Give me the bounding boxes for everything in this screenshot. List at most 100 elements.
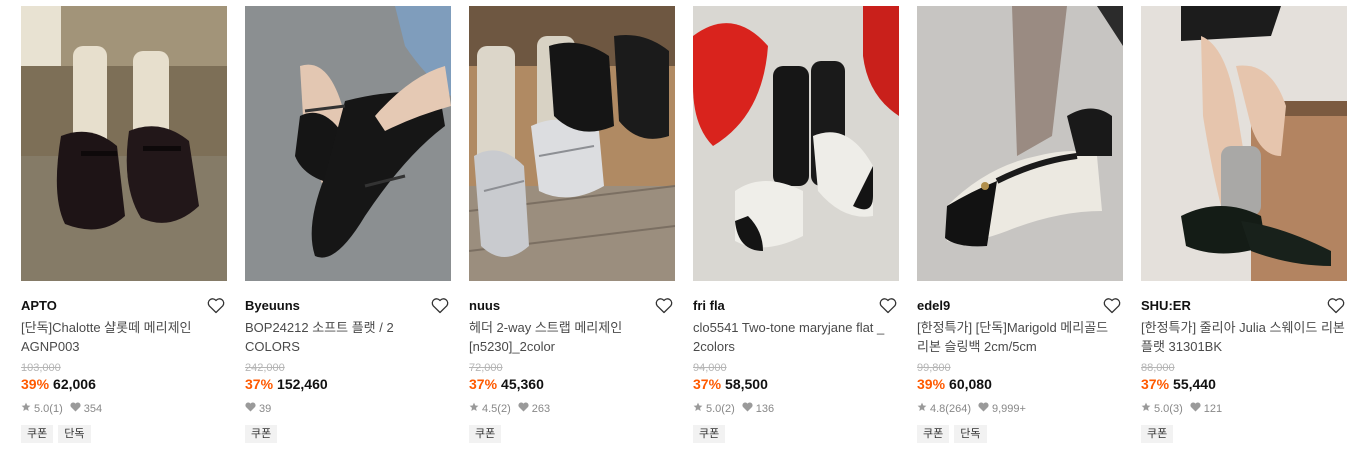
product-name[interactable]: [단독]Chalotte 샬롯떼 메리제인 AGNP003 xyxy=(21,319,227,356)
rating-value: 5.0 xyxy=(706,403,722,415)
heart-small-icon xyxy=(742,402,753,416)
like-count: 9,999+ xyxy=(991,403,1026,415)
star-icon xyxy=(469,402,479,416)
review-meta: 4.8 (264) 9,999+ xyxy=(917,402,1123,416)
brand-name[interactable]: Byeuuns xyxy=(245,296,451,316)
brand-name[interactable]: fri fla xyxy=(693,296,899,316)
sale-price: 62,006 xyxy=(53,376,96,392)
product-name[interactable]: [한정특가] 줄리아 Julia 스웨이드 리본 플랫 31301BK xyxy=(1141,319,1347,356)
coupon-tag: 쿠폰 xyxy=(21,425,54,443)
rating-value: 5.0 xyxy=(34,403,50,415)
review-meta: 5.0 (2) 136 xyxy=(693,402,899,416)
discount-rate: 37% xyxy=(1141,376,1170,392)
product-image[interactable] xyxy=(469,6,675,281)
tag-list: 쿠폰 xyxy=(1141,425,1347,443)
price-row: 37% 152,460 xyxy=(245,375,451,394)
heart-icon[interactable] xyxy=(1103,297,1121,314)
discount-rate: 37% xyxy=(469,376,498,392)
product-card[interactable]: Byeuuns BOP24212 소프트 플랫 / 2 COLORS 242,0… xyxy=(245,6,451,443)
product-name[interactable]: 헤더 2-way 스트랩 메리제인 [n5230]_2color xyxy=(469,319,675,356)
star-icon xyxy=(693,402,703,416)
coupon-tag: 쿠폰 xyxy=(693,425,726,443)
product-image[interactable] xyxy=(21,6,227,281)
price-row: 37% 45,360 xyxy=(469,375,675,394)
product-image[interactable] xyxy=(917,6,1123,281)
tag-list: 쿠폰 xyxy=(245,425,451,443)
like-count: 136 xyxy=(755,403,775,415)
coupon-tag: 쿠폰 xyxy=(917,425,950,443)
heart-small-icon xyxy=(70,402,81,416)
product-image[interactable] xyxy=(1141,6,1347,281)
discount-rate: 39% xyxy=(917,376,946,392)
review-meta: 5.0 (1) 354 xyxy=(21,402,227,416)
product-name[interactable]: [한정특가] [단독]Marigold 메리골드 리본 슬링백 2cm/5cm xyxy=(917,319,1123,356)
rating-value: 4.5 xyxy=(482,403,498,415)
like-count: 121 xyxy=(1203,403,1223,415)
original-price: 94,000 xyxy=(693,362,727,374)
star-icon xyxy=(21,402,31,416)
product-card[interactable]: SHU:ER [한정특가] 줄리아 Julia 스웨이드 리본 플랫 31301… xyxy=(1141,6,1347,443)
tag-list: 쿠폰 xyxy=(693,425,899,443)
discount-rate: 39% xyxy=(21,376,50,392)
original-price: 88,000 xyxy=(1141,362,1175,374)
tag-list: 쿠폰 단독 xyxy=(21,425,227,443)
like-count: 39 xyxy=(259,403,272,415)
heart-small-icon xyxy=(978,402,989,416)
review-count: (2) xyxy=(721,403,735,415)
original-price: 72,000 xyxy=(469,362,503,374)
original-price: 99,800 xyxy=(917,362,951,374)
heart-icon[interactable] xyxy=(655,297,673,314)
price-row: 37% 55,440 xyxy=(1141,375,1347,394)
like-count: 263 xyxy=(531,403,551,415)
exclusive-tag: 단독 xyxy=(954,425,987,443)
star-icon xyxy=(1141,402,1151,416)
heart-icon[interactable] xyxy=(1327,297,1345,314)
sale-price: 55,440 xyxy=(1173,376,1216,392)
product-grid: APTO [단독]Chalotte 샬롯떼 메리제인 AGNP003 103,0… xyxy=(0,0,1363,466)
original-price: 242,000 xyxy=(245,362,285,374)
sale-price: 152,460 xyxy=(277,376,328,392)
heart-small-icon xyxy=(518,402,529,416)
review-meta: 39 xyxy=(245,402,451,416)
coupon-tag: 쿠폰 xyxy=(469,425,502,443)
sale-price: 60,080 xyxy=(949,376,992,392)
product-card[interactable]: APTO [단독]Chalotte 샬롯떼 메리제인 AGNP003 103,0… xyxy=(21,6,227,443)
rating-value: 4.8 xyxy=(930,403,946,415)
review-meta: 5.0 (3) 121 xyxy=(1141,402,1347,416)
heart-small-icon xyxy=(1190,402,1201,416)
price-row: 39% 62,006 xyxy=(21,375,227,394)
rating-value: 5.0 xyxy=(1154,403,1170,415)
heart-small-icon xyxy=(245,402,256,416)
original-price: 103,000 xyxy=(21,362,61,374)
product-card[interactable]: fri fla clo5541 Two-tone maryjane flat _… xyxy=(693,6,899,443)
product-name[interactable]: BOP24212 소프트 플랫 / 2 COLORS xyxy=(245,319,451,356)
brand-name[interactable]: APTO xyxy=(21,296,227,316)
product-card[interactable]: nuus 헤더 2-way 스트랩 메리제인 [n5230]_2color 72… xyxy=(469,6,675,443)
star-icon xyxy=(917,402,927,416)
product-image[interactable] xyxy=(245,6,451,281)
review-count: (1) xyxy=(49,403,63,415)
price-row: 39% 60,080 xyxy=(917,375,1123,394)
review-meta: 4.5 (2) 263 xyxy=(469,402,675,416)
like-count: 354 xyxy=(83,403,103,415)
heart-icon[interactable] xyxy=(879,297,897,314)
price-row: 37% 58,500 xyxy=(693,375,899,394)
review-count: (2) xyxy=(497,403,511,415)
review-count: (264) xyxy=(945,403,971,415)
brand-name[interactable]: SHU:ER xyxy=(1141,296,1347,316)
review-count: (3) xyxy=(1169,403,1183,415)
discount-rate: 37% xyxy=(693,376,722,392)
product-name[interactable]: clo5541 Two-tone maryjane flat _ 2colors xyxy=(693,319,899,356)
exclusive-tag: 단독 xyxy=(58,425,91,443)
brand-name[interactable]: nuus xyxy=(469,296,675,316)
coupon-tag: 쿠폰 xyxy=(245,425,278,443)
sale-price: 45,360 xyxy=(501,376,544,392)
brand-name[interactable]: edel9 xyxy=(917,296,1123,316)
product-card[interactable]: edel9 [한정특가] [단독]Marigold 메리골드 리본 슬링백 2c… xyxy=(917,6,1123,443)
heart-icon[interactable] xyxy=(207,297,225,314)
tag-list: 쿠폰 xyxy=(469,425,675,443)
product-image[interactable] xyxy=(693,6,899,281)
heart-icon[interactable] xyxy=(431,297,449,314)
coupon-tag: 쿠폰 xyxy=(1141,425,1174,443)
discount-rate: 37% xyxy=(245,376,274,392)
